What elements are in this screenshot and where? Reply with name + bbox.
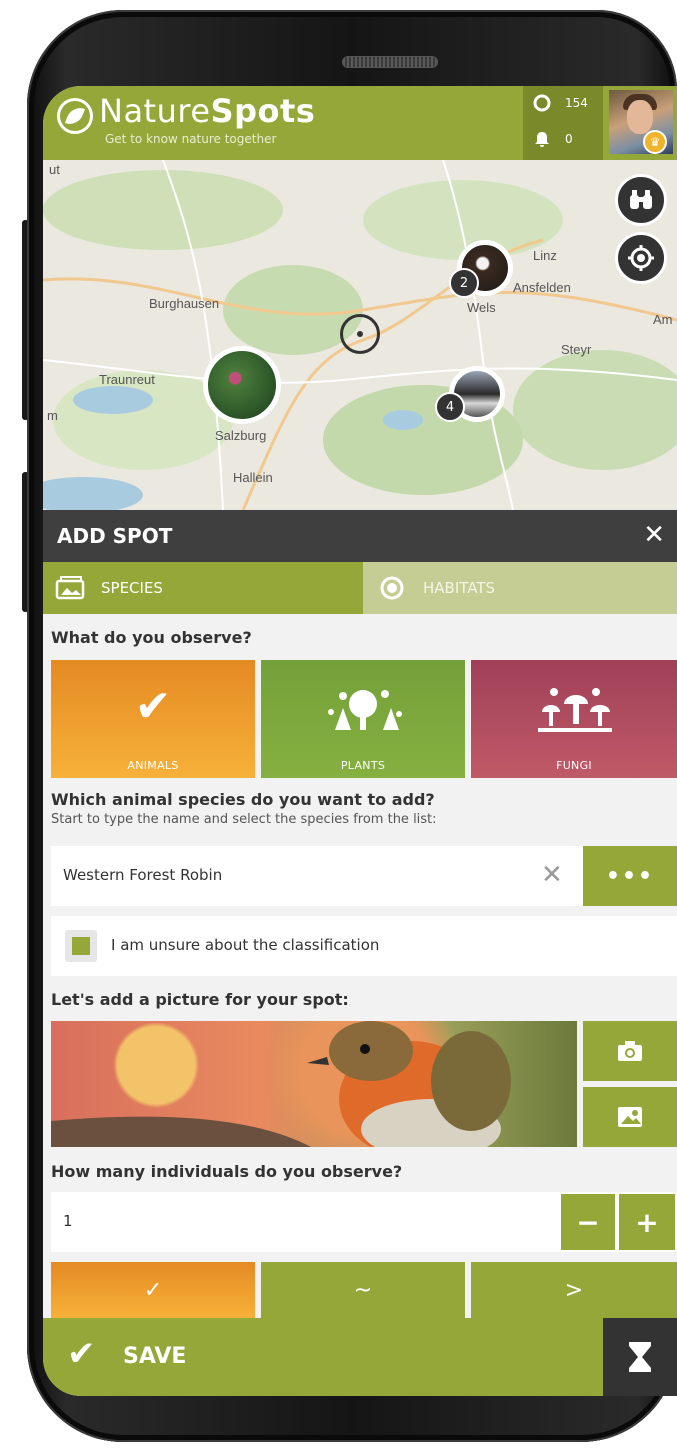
map-label: Traunreut bbox=[99, 372, 155, 387]
observe-question: What do you observe? bbox=[51, 628, 252, 647]
count-input[interactable]: 1 bbox=[63, 1212, 73, 1230]
species-hint: Start to type the name and select the sp… bbox=[51, 812, 437, 827]
tab-species[interactable]: SPECIES bbox=[43, 562, 363, 614]
picture-question: Let's add a picture for your spot: bbox=[51, 990, 349, 1009]
category-fungi[interactable]: FUNGI bbox=[471, 660, 677, 778]
nature-logo-icon[interactable] bbox=[57, 98, 93, 134]
map-spot-cluster[interactable] bbox=[203, 346, 281, 424]
points-stat: 154 bbox=[533, 94, 588, 112]
map-label: Hallein bbox=[233, 470, 273, 485]
app-screen: NatureSpots Get to know nature together … bbox=[43, 86, 677, 1396]
count-mode-more-than[interactable]: > bbox=[471, 1262, 677, 1318]
tab-label: SPECIES bbox=[101, 579, 163, 597]
app-header: NatureSpots Get to know nature together … bbox=[43, 86, 677, 160]
save-button[interactable]: SAVE bbox=[123, 1344, 186, 1369]
hourglass-icon[interactable] bbox=[603, 1318, 677, 1396]
category-label: FUNGI bbox=[556, 759, 592, 772]
tab-label: HABITATS bbox=[423, 579, 496, 597]
tagline: Get to know nature together bbox=[105, 132, 277, 146]
close-icon[interactable]: ✕ bbox=[643, 520, 665, 550]
minus-icon[interactable]: − bbox=[561, 1194, 615, 1250]
species-input[interactable]: Western Forest Robin bbox=[63, 866, 222, 884]
unsure-checkbox[interactable] bbox=[65, 930, 97, 962]
check-icon: ✔ bbox=[67, 1334, 96, 1374]
plus-icon[interactable]: + bbox=[619, 1194, 675, 1250]
bell-icon bbox=[533, 130, 551, 148]
species-field[interactable]: Western Forest Robin ✕ ••• bbox=[51, 846, 677, 906]
map-label: Am bbox=[653, 312, 673, 327]
clear-icon[interactable]: ✕ bbox=[541, 860, 563, 890]
map-label: Salzburg bbox=[215, 428, 267, 443]
image-icon[interactable] bbox=[583, 1087, 677, 1147]
notifications-count: 0 bbox=[565, 132, 573, 146]
map-view[interactable]: ut Burghausen Traunreut Salzburg Hallein… bbox=[43, 160, 677, 510]
category-animals[interactable]: ✔ ANIMALS bbox=[51, 660, 255, 778]
brand-name: NatureSpots bbox=[99, 92, 316, 130]
binoculars-icon[interactable] bbox=[615, 174, 667, 226]
map-label: Wels bbox=[467, 300, 496, 315]
points-count: 154 bbox=[565, 96, 588, 110]
unsure-row[interactable]: I am unsure about the classification bbox=[51, 916, 677, 976]
cluster-count-badge[interactable]: 4 bbox=[435, 392, 465, 422]
speaker-grille bbox=[342, 56, 438, 68]
notifications-stat: 0 bbox=[533, 130, 573, 148]
crown-badge-icon: ♛ bbox=[643, 130, 667, 154]
map-label: Burghausen bbox=[149, 296, 220, 311]
panel-title-bar: ADD SPOT ✕ bbox=[43, 510, 677, 562]
more-icon[interactable]: ••• bbox=[583, 846, 677, 906]
tab-habitats[interactable]: HABITATS bbox=[363, 562, 677, 614]
map-label: ut bbox=[49, 162, 60, 177]
map-label: Steyr bbox=[561, 342, 592, 357]
map-label: Linz bbox=[533, 248, 557, 263]
category-label: PLANTS bbox=[340, 759, 386, 772]
panel-title: ADD SPOT bbox=[57, 524, 173, 548]
unsure-label: I am unsure about the classification bbox=[111, 936, 380, 954]
count-mode-exact[interactable]: ✓ bbox=[51, 1262, 255, 1318]
category-plants[interactable]: PLANTS bbox=[261, 660, 465, 778]
count-field[interactable]: 1 − + bbox=[51, 1192, 677, 1252]
robin-image bbox=[51, 1021, 511, 1147]
cluster-count-badge[interactable]: 2 bbox=[449, 268, 479, 298]
camera-icon[interactable] bbox=[583, 1021, 677, 1081]
count-mode-estimate[interactable]: ~ bbox=[261, 1262, 465, 1318]
greater-symbol: > bbox=[564, 1277, 584, 1303]
save-bar[interactable]: ✔ SAVE bbox=[43, 1318, 677, 1396]
user-stats[interactable]: 154 0 bbox=[523, 86, 603, 160]
count-question: How many individuals do you observe? bbox=[51, 1162, 403, 1181]
crosshair-icon bbox=[340, 314, 380, 354]
check-icon: ✓ bbox=[143, 1277, 163, 1303]
fungi-icon bbox=[471, 682, 677, 749]
locate-icon[interactable] bbox=[615, 232, 667, 284]
spot-photo bbox=[51, 1021, 577, 1147]
map-label: m bbox=[47, 408, 58, 423]
map-label: Ansfelden bbox=[513, 280, 571, 295]
category-label: ANIMALS bbox=[127, 759, 179, 772]
check-icon: ✔ bbox=[134, 681, 172, 732]
species-question: Which animal species do you want to add? bbox=[51, 790, 435, 809]
plants-icon bbox=[261, 682, 465, 749]
spot-icon bbox=[533, 94, 551, 112]
photo-icon bbox=[55, 575, 85, 601]
target-icon bbox=[377, 575, 407, 601]
approx-symbol: ~ bbox=[353, 1277, 373, 1303]
